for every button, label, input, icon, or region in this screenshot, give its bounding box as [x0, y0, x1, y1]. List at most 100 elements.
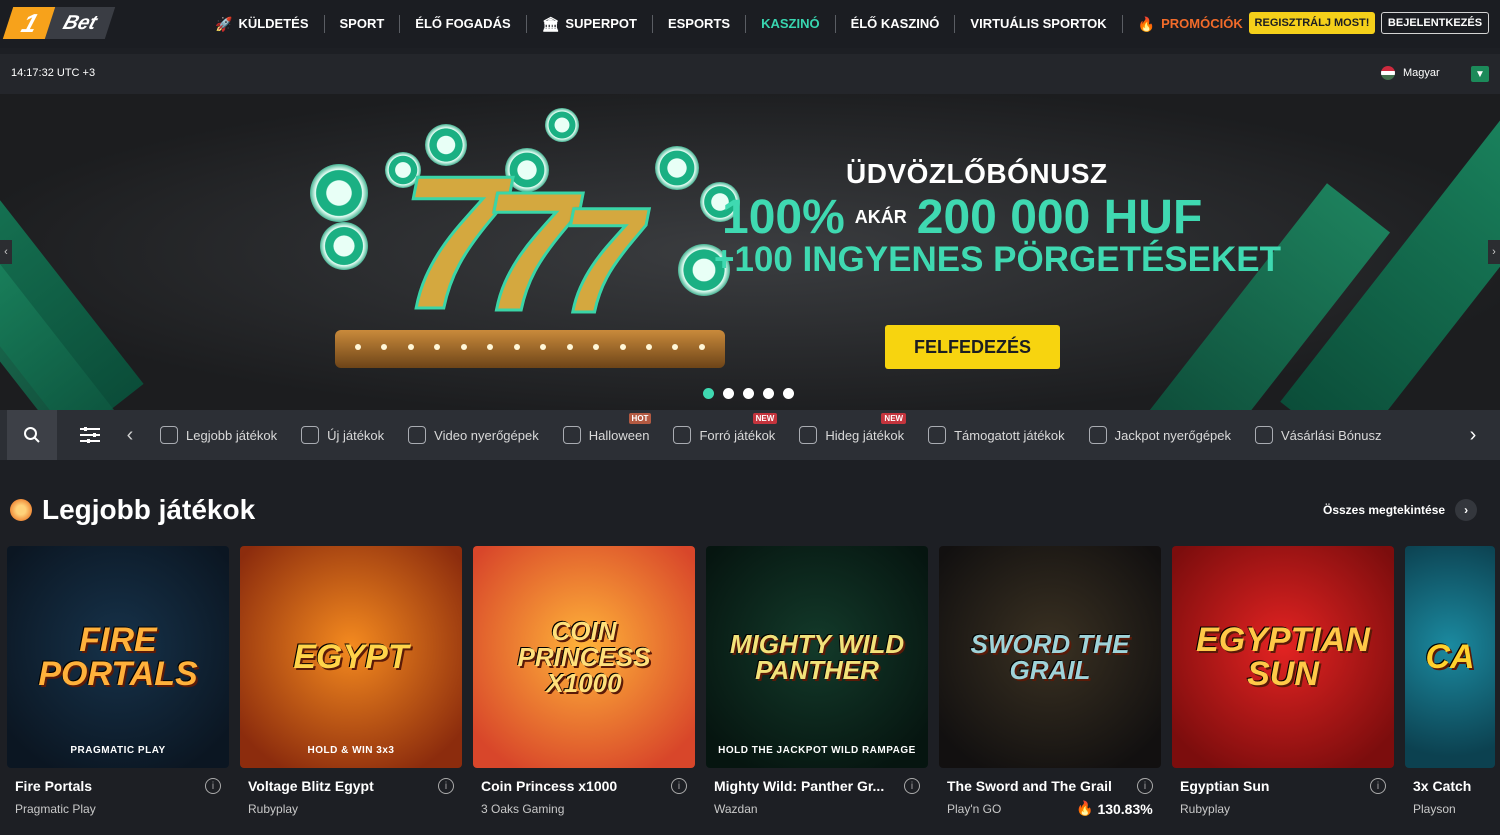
info-icon[interactable]: i: [1370, 778, 1386, 794]
category-tab[interactable]: Vásárlási Bónusz: [1245, 410, 1395, 460]
top-navigation: 1 Bet 🚀 KÜLDETÉS SPORT ÉLŐ FOGADÁS 🏛 SUPERPOT…: [0, 0, 1500, 48]
info-icon[interactable]: i: [1137, 778, 1153, 794]
game-title: Fire Portals: [15, 778, 93, 794]
category-badge: NEW: [881, 413, 907, 424]
game-logo-art: SWORD THE GRAIL: [970, 629, 1130, 685]
nav-item-6[interactable]: ÉLŐ KASZINÓ: [836, 15, 956, 33]
server-clock: 14:17:32 UTC +3: [11, 67, 96, 79]
chevron-right-icon[interactable]: ›: [1463, 410, 1483, 460]
chevron-left-icon[interactable]: ‹: [0, 240, 12, 264]
bonus-upto: AKÁR: [854, 207, 907, 227]
nav-item-4[interactable]: ESPORTS: [653, 15, 747, 33]
nav-item-1[interactable]: SPORT: [325, 15, 401, 33]
nav-item-0[interactable]: 🚀 KÜLDETÉS: [200, 15, 325, 33]
category-tab[interactable]: Video nyerőgépek: [398, 410, 553, 460]
new-icon: [301, 426, 320, 444]
brand-logo[interactable]: 1 Bet: [2, 7, 116, 39]
game-title: 3x Catch: [1413, 778, 1472, 794]
game-card[interactable]: CA3x CatchiPlayson: [1405, 546, 1495, 835]
nav-item-label: ESPORTS: [667, 16, 731, 31]
chevron-down-icon[interactable]: ▼: [1471, 66, 1489, 82]
game-thumbnail[interactable]: MIGHTY WILD PANTHER HOLD THE JACKPOT WILD…: [706, 546, 928, 768]
info-icon[interactable]: i: [904, 778, 920, 794]
promo-banner: 7 7 7 ÜDVÖZLŐBÓNUSZ 100% AKÁR 200 000 HU…: [0, 94, 1500, 410]
game-provider: Rubyplay: [248, 802, 299, 816]
game-card[interactable]: EGYPTIAN SUN Egyptian Sun i Rubyplay: [1172, 546, 1394, 835]
hungary-flag-icon: [1381, 66, 1395, 80]
medal-icon: [10, 499, 32, 521]
sort-icon: [928, 426, 947, 444]
game-provider: Pragmatic Play: [15, 802, 96, 816]
stage-platform: [335, 330, 725, 368]
category-label: Video nyerőgépek: [434, 427, 539, 443]
login-button[interactable]: BEJELENTKEZÉS: [1381, 12, 1489, 34]
game-thumbnail[interactable]: SWORD THE GRAIL: [939, 546, 1161, 768]
game-thumbnail[interactable]: FIRE PORTALS PRAGMATIC PLAY: [7, 546, 229, 768]
category-label: Forró játékok: [699, 427, 776, 443]
pumpkin-icon: [562, 426, 581, 444]
carousel-dot[interactable]: [703, 388, 714, 399]
filter-button[interactable]: [70, 410, 110, 460]
carousel-dot[interactable]: [723, 388, 734, 399]
game-thumbnail[interactable]: EGYPT HOLD & WIN 3x3: [240, 546, 462, 768]
game-logo-art: EGYPT: [293, 638, 409, 676]
fire-icon: 🔥: [1076, 800, 1094, 816]
chip-icon: [655, 146, 699, 190]
game-thumbnail[interactable]: CA: [1405, 546, 1495, 768]
nav-item-2[interactable]: ÉLŐ FOGADÁS: [400, 15, 527, 33]
category-tab[interactable]: Támogatott játékok: [918, 410, 1079, 460]
info-icon[interactable]: i: [205, 778, 221, 794]
category-label: Új játékok: [327, 427, 385, 443]
see-all-link[interactable]: Összes megtekintése ›: [1323, 499, 1478, 521]
nav-item-label: KASZINÓ: [761, 16, 820, 31]
category-label: Hideg játékok: [825, 427, 905, 443]
game-provider: Playson: [1413, 802, 1456, 816]
snowflake-icon: [799, 426, 818, 444]
carousel-dot[interactable]: [783, 388, 794, 399]
nav-item-5[interactable]: KASZINÓ: [746, 15, 836, 33]
chevron-right-icon[interactable]: ›: [1488, 240, 1500, 264]
nav-item-8[interactable]: 🔥 PROMÓCIÓK: [1123, 15, 1258, 33]
language-selector[interactable]: Magyar: [1381, 66, 1440, 80]
nav-item-3[interactable]: 🏛 SUPERPOT: [527, 15, 653, 33]
game-thumbnail[interactable]: EGYPTIAN SUN: [1172, 546, 1394, 768]
game-card[interactable]: COIN PRINCESS X1000 Coin Princess x1000 i 3…: [473, 546, 695, 835]
game-card[interactable]: EGYPT HOLD & WIN 3x3 Voltage Blitz Egypt i R…: [240, 546, 462, 835]
carousel-dots: [703, 388, 794, 399]
game-logo-art: CA: [1425, 638, 1475, 676]
nav-item-label: VIRTUÁLIS SPORTOK: [970, 16, 1107, 31]
category-tab[interactable]: Hideg játékok NEW: [789, 410, 918, 460]
category-label: Támogatott játékok: [954, 427, 1065, 443]
category-badge: NEW: [752, 413, 778, 424]
nav-item-label: ÉLŐ KASZINÓ: [850, 16, 940, 31]
category-tab[interactable]: Halloween HOT: [553, 410, 664, 460]
category-tab[interactable]: Forró játékok NEW: [663, 410, 789, 460]
search-button[interactable]: [7, 410, 57, 460]
game-thumbnail[interactable]: COIN PRINCESS X1000: [473, 546, 695, 768]
rocket-icon: 🚀: [215, 16, 233, 32]
chip-icon: [545, 108, 579, 142]
nav-item-label: PROMÓCIÓK: [1161, 16, 1243, 31]
nav-item-7[interactable]: VIRTUÁLIS SPORTOK: [955, 15, 1123, 33]
game-card[interactable]: FIRE PORTALS PRAGMATIC PLAY Fire Portals i P…: [7, 546, 229, 835]
chevron-right-icon: ›: [1455, 499, 1478, 521]
chevron-left-icon[interactable]: ‹: [120, 410, 140, 460]
info-icon[interactable]: i: [671, 778, 687, 794]
game-rtp: 🔥 130.83%: [1076, 800, 1153, 817]
game-logo-art: FIRE PORTALS: [38, 621, 198, 693]
carousel-dot[interactable]: [763, 388, 774, 399]
banner-offer: 100% AKÁR 200 000 HUF: [722, 190, 1202, 245]
explore-button[interactable]: FELFEDEZÉS: [885, 325, 1060, 369]
category-tab[interactable]: Jackpot nyerőgépek: [1079, 410, 1245, 460]
info-icon[interactable]: i: [438, 778, 454, 794]
category-tab[interactable]: Legjobb játékok: [150, 410, 291, 460]
sliders-icon: [80, 427, 100, 443]
game-card[interactable]: SWORD THE GRAIL The Sword and The Grail i P…: [939, 546, 1161, 835]
register-button[interactable]: REGISZTRÁLJ MOST!: [1249, 12, 1375, 34]
category-tab[interactable]: Új játékok: [291, 410, 398, 460]
category-label: Halloween: [588, 427, 650, 443]
search-icon: [24, 427, 40, 443]
section-title: Legjobb játékok: [42, 494, 256, 525]
carousel-dot[interactable]: [743, 388, 754, 399]
game-card[interactable]: MIGHTY WILD PANTHER HOLD THE JACKPOT WILD…: [706, 546, 928, 835]
